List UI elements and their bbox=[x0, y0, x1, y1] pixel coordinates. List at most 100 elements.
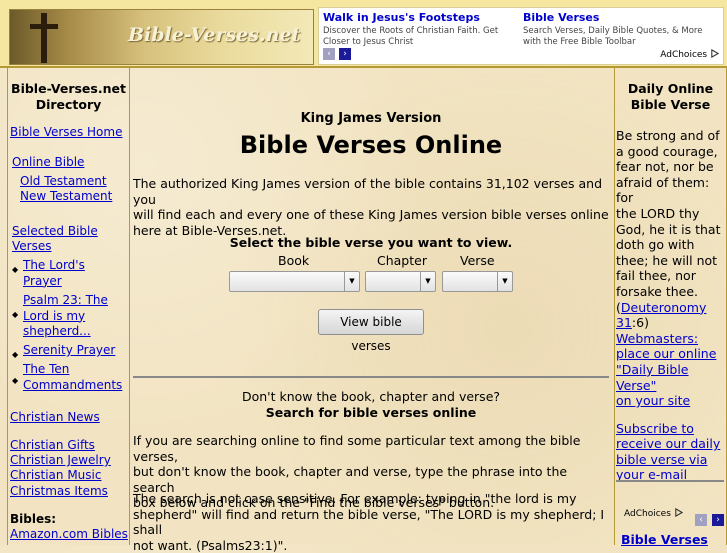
case-line: not want. (Psalms23:1)". bbox=[133, 538, 609, 553]
divider bbox=[133, 376, 609, 378]
verse-link-serenity-prayer[interactable]: Serenity Prayer bbox=[23, 343, 127, 359]
nav-old-testament-link[interactable]: Old Testament bbox=[20, 174, 107, 189]
divider bbox=[616, 480, 724, 482]
nav-christian-gifts-link[interactable]: Christian Gifts bbox=[10, 438, 95, 453]
ad-2-desc: Search Verses, Daily Bible Quotes, & Mor… bbox=[523, 26, 719, 48]
search-heading: Search for bible verses online bbox=[133, 405, 609, 421]
daily-verse-text: Be strong and of a good courage, fear no… bbox=[616, 128, 725, 483]
intro-paragraph: The authorized King James version of the… bbox=[133, 176, 609, 238]
daily-verse-title-line: Daily Online bbox=[615, 81, 726, 97]
top-ad-banner: Walk in Jesus's Footsteps Discover the R… bbox=[318, 7, 724, 65]
verse-link-line: shepherd... bbox=[23, 324, 127, 340]
verse-line: doth go with bbox=[616, 237, 725, 253]
dont-know-text: Don't know the book, chapter and verse? bbox=[133, 389, 609, 405]
verse-line: God, he it is that bbox=[616, 222, 725, 238]
case-line: The search is not case sensitive. For ex… bbox=[133, 491, 609, 507]
verse-link-lords-prayer[interactable]: The Lord's Prayer bbox=[23, 258, 127, 289]
bullet-icon: ◆ bbox=[12, 350, 18, 359]
verse-line: forsake thee. bbox=[616, 284, 725, 300]
ad-prev-arrow-icon[interactable]: ‹ bbox=[695, 514, 707, 526]
cross-icon bbox=[41, 13, 47, 63]
adchoices-icon bbox=[674, 508, 683, 517]
verse-line: fear not, nor be bbox=[616, 159, 725, 175]
verse-reference-2: 31:6) bbox=[616, 315, 725, 331]
verse-link-line: Prayer bbox=[23, 274, 127, 290]
verse-link-line: Psalm 23: The bbox=[23, 293, 127, 309]
verse-reference: (Deuteronomy bbox=[616, 300, 725, 316]
nav-online-bible-link[interactable]: Online Bible bbox=[12, 155, 84, 170]
bullet-icon: ◆ bbox=[12, 265, 18, 274]
directory-title-line2: Directory bbox=[8, 97, 129, 113]
chevron-down-icon: ▼ bbox=[344, 272, 359, 291]
adchoices-icon bbox=[710, 49, 719, 58]
webmasters-link[interactable]: Webmasters: place our online "Daily Bibl… bbox=[616, 331, 725, 409]
nav-home-link[interactable]: Bible Verses Home bbox=[10, 125, 122, 140]
bullet-icon: ◆ bbox=[12, 376, 18, 385]
intro-line: The authorized King James version of the… bbox=[133, 176, 609, 207]
header: Bible-Verses.net Walk in Jesus's Footste… bbox=[0, 0, 727, 68]
chapter-label: Chapter bbox=[377, 253, 427, 268]
select-verse-label: Select the bible verse you want to view. bbox=[129, 235, 613, 250]
ad-1-desc: Discover the Roots of Christian Faith. G… bbox=[323, 26, 519, 48]
ad-2[interactable]: Bible Verses Search Verses, Daily Bible … bbox=[523, 11, 719, 48]
verse-link-line: Lord is my bbox=[23, 309, 127, 325]
verse-link-psalm-23[interactable]: Psalm 23: The Lord is my shepherd... bbox=[23, 293, 127, 340]
adchoices-link[interactable]: AdChoices bbox=[624, 508, 683, 519]
selected-line1: Selected Bible bbox=[12, 224, 98, 239]
logo-title: Bible-Verses.net bbox=[128, 24, 300, 46]
nav-christian-music-link[interactable]: Christian Music bbox=[10, 468, 101, 483]
daily-verse-title-line: Bible Verse bbox=[615, 97, 726, 113]
verse-line: thee; he will not bbox=[616, 253, 725, 269]
chapter-select[interactable]: ▼ bbox=[365, 271, 436, 292]
deuteronomy-link[interactable]: Deuteronomy bbox=[621, 300, 707, 315]
adchoices-label: AdChoices bbox=[660, 50, 707, 60]
directory-title-line1: Bible-Verses.net bbox=[8, 81, 129, 97]
ad-1[interactable]: Walk in Jesus's Footsteps Discover the R… bbox=[323, 11, 519, 48]
ad-arrows: ‹ › bbox=[695, 507, 724, 526]
view-verses-button[interactable]: View bible verses bbox=[318, 309, 424, 335]
directory-title: Bible-Verses.net Directory bbox=[8, 81, 129, 113]
ref-close: :6) bbox=[632, 315, 649, 330]
search-line: If you are searching online to find some… bbox=[133, 433, 609, 464]
nav-christmas-items-link[interactable]: Christmas Items bbox=[10, 484, 108, 499]
case-line: shepherd" will find and return the bible… bbox=[133, 507, 609, 538]
nav-new-testament-link[interactable]: New Testament bbox=[20, 189, 112, 204]
webmasters-line: Webmasters: bbox=[616, 331, 725, 347]
ad-next-arrow-icon[interactable]: › bbox=[712, 514, 724, 526]
site-logo[interactable]: Bible-Verses.net bbox=[9, 9, 314, 65]
book-label: Book bbox=[278, 253, 309, 268]
verse-line: afraid of them: for bbox=[616, 175, 725, 206]
adchoices-link[interactable]: AdChoices bbox=[660, 49, 719, 60]
intro-line: will find each and every one of these Ki… bbox=[133, 207, 609, 223]
bibles-label: Bibles: bbox=[10, 512, 56, 527]
chapter-31-link[interactable]: 31 bbox=[616, 315, 632, 330]
verse-select[interactable]: ▼ bbox=[442, 271, 513, 292]
subscribe-line: Subscribe to bbox=[616, 421, 725, 437]
subscribe-link[interactable]: Subscribe to receive our daily bible ver… bbox=[616, 421, 725, 483]
verse-link-line: Commandments bbox=[23, 378, 127, 394]
bullet-icon: ◆ bbox=[12, 310, 18, 319]
nav-christian-news-link[interactable]: Christian News bbox=[10, 410, 100, 425]
subscribe-line: receive our daily bbox=[616, 436, 725, 452]
ad-1-title[interactable]: Walk in Jesus's Footsteps bbox=[323, 11, 519, 24]
subtitle-kjv: King James Version bbox=[129, 111, 613, 126]
right-sidebar: Daily Online Bible Verse Be strong and o… bbox=[614, 67, 727, 545]
verse-line: the LORD thy bbox=[616, 206, 725, 222]
verse-label: Verse bbox=[460, 253, 495, 268]
main-content: King James Version Bible Verses Online T… bbox=[129, 67, 613, 545]
nav-christian-jewelry-link[interactable]: Christian Jewelry bbox=[10, 453, 111, 468]
book-select[interactable]: ▼ bbox=[229, 271, 360, 292]
daily-verse-title: Daily Online Bible Verse bbox=[615, 81, 726, 113]
adchoices-label: AdChoices bbox=[624, 509, 671, 519]
ad-2-title[interactable]: Bible Verses bbox=[523, 11, 719, 24]
verse-link-line: The Ten bbox=[23, 362, 127, 378]
ad-next-arrow-icon[interactable]: › bbox=[339, 48, 351, 60]
nav-selected-verses-link[interactable]: Selected Bible Verses bbox=[12, 224, 98, 254]
nav-amazon-bibles-link[interactable]: Amazon.com Bibles bbox=[10, 527, 128, 542]
ad-prev-arrow-icon[interactable]: ‹ bbox=[323, 48, 335, 60]
verse-link-ten-commandments[interactable]: The Ten Commandments bbox=[23, 362, 127, 393]
webmasters-line: "Daily Bible Verse" bbox=[616, 362, 725, 393]
selected-line2: Verses bbox=[12, 239, 98, 254]
chevron-down-icon: ▼ bbox=[497, 272, 512, 291]
webmasters-line: place our online bbox=[616, 346, 725, 362]
